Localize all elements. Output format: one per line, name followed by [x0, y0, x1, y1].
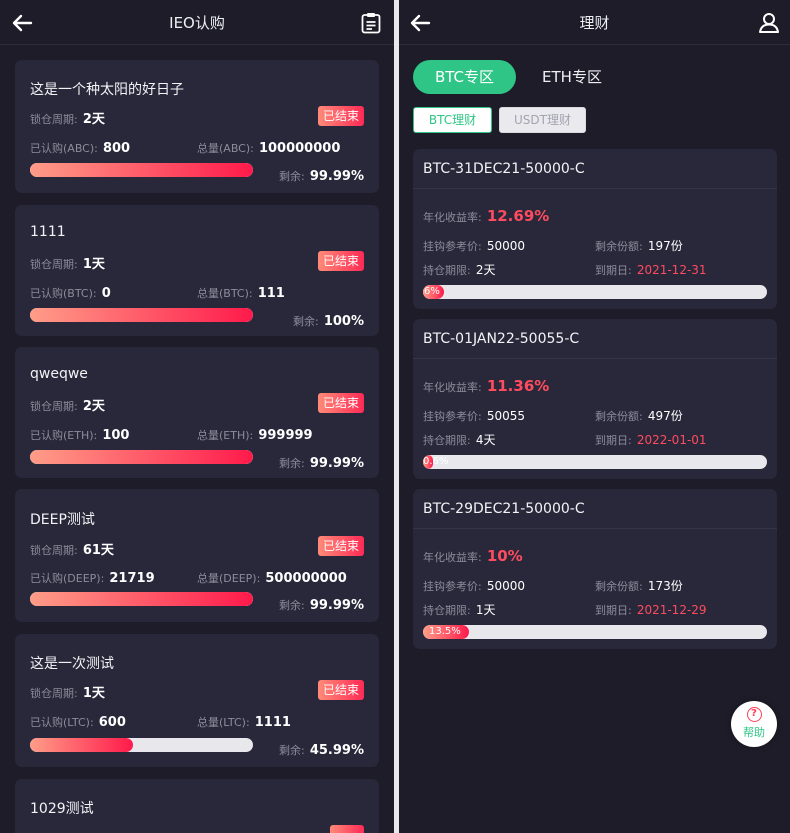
ieo-card[interactable]: 1111 已结束 锁仓周期: 1天 已认购(BTC): 0 总量(BTC): 1… — [15, 205, 379, 336]
ieo-card[interactable]: 这是一个种太阳的好日子 已结束 锁仓周期: 2天 已认购(ABC): 800 总… — [15, 60, 379, 193]
total-amount: 总量(LTC): 1111 — [197, 715, 291, 730]
finance-top-bar: 理财 — [399, 0, 790, 45]
total-amount: 总量(DEEP): 500000000 — [197, 571, 347, 586]
lock-period: 锁仓周期: 61天 — [30, 543, 114, 558]
total-amount: 总量(BTC): 111 — [197, 286, 285, 301]
ieo-panel: IEO认购 这是一个种太阳的好日子 已结束 锁仓周期: 2天 已认购(ABC):… — [0, 0, 394, 833]
progress-text: 13.5% — [429, 626, 461, 637]
status-badge: 已结束 — [317, 393, 364, 413]
expiry-date: 到期日: 2021-12-31 — [595, 263, 707, 277]
holding-period: 持仓期限: 1天 — [423, 603, 496, 617]
remaining: 剩余: 45.99% — [279, 743, 364, 758]
divider — [413, 188, 777, 189]
progress-bar — [30, 163, 253, 177]
page-title: IEO认购 — [169, 14, 225, 32]
status-badge: 已结束 — [317, 680, 364, 700]
remaining-shares: 剩余份额: 173份 — [595, 579, 683, 593]
annual-yield: 年化收益率: 10% — [423, 547, 523, 565]
divider — [413, 358, 777, 359]
help-button[interactable]: ? 帮助 — [731, 701, 777, 747]
product-name: BTC-29DEC21-50000-C — [423, 501, 585, 517]
ieo-name: 1111 — [30, 224, 66, 240]
holding-period: 持仓期限: 4天 — [423, 433, 496, 447]
progress-text: 0.6% — [423, 456, 449, 467]
reference-price: 挂钩参考价: 50000 — [423, 579, 525, 593]
chip-btc-finance[interactable]: BTC理财 — [413, 107, 492, 133]
clipboard-icon[interactable] — [360, 12, 382, 34]
divider — [413, 528, 777, 529]
subscribed-amount: 已认购(ABC): 800 — [30, 141, 131, 156]
status-badge — [330, 825, 364, 833]
lock-period: 锁仓周期: 1天 — [30, 686, 105, 701]
page-title: 理财 — [579, 14, 610, 32]
progress-bar — [30, 308, 253, 322]
remaining: 剩余: 100% — [293, 314, 364, 329]
remaining: 剩余: 99.99% — [279, 169, 364, 184]
ieo-name: 1029测试 — [30, 801, 94, 817]
remaining-shares: 剩余份额: 497份 — [595, 409, 683, 423]
ieo-name: 这是一个种太阳的好日子 — [30, 82, 184, 98]
product-card[interactable]: BTC-01JAN22-50055-C 年化收益率: 11.36% 挂钩参考价:… — [413, 319, 777, 479]
ieo-top-bar: IEO认购 — [0, 0, 394, 45]
total-amount: 总量(ETH): 999999 — [197, 428, 313, 443]
subscribed-amount: 已认购(ETH): 100 — [30, 428, 130, 443]
lock-period: 锁仓周期: 2天 — [30, 112, 105, 127]
product-name: BTC-01JAN22-50055-C — [423, 331, 580, 347]
progress-bar — [30, 592, 253, 606]
progress-bar — [30, 450, 253, 464]
expiry-date: 到期日: 2021-12-29 — [595, 603, 707, 617]
progress-bar: 0.6% — [423, 455, 767, 469]
ieo-name: DEEP测试 — [30, 512, 95, 528]
subscribed-amount: 已认购(BTC): 0 — [30, 286, 111, 301]
tab-btc-zone[interactable]: BTC专区 — [413, 60, 516, 94]
product-name: BTC-31DEC21-50000-C — [423, 161, 585, 177]
ieo-card[interactable]: 1029测试 — [15, 779, 379, 833]
help-label: 帮助 — [743, 726, 765, 739]
ieo-name: 这是一次测试 — [30, 656, 114, 672]
ieo-card[interactable]: qweqwe 已结束 锁仓周期: 2天 已认购(ETH): 100 总量(ETH… — [15, 347, 379, 478]
ieo-card[interactable]: DEEP测试 已结束 锁仓周期: 61天 已认购(DEEP): 21719 总量… — [15, 489, 379, 622]
subscribed-amount: 已认购(LTC): 600 — [30, 715, 126, 730]
progress-text: 6% — [424, 286, 440, 297]
tab-eth-zone[interactable]: ETH专区 — [527, 60, 617, 94]
expiry-date: 到期日: 2022-01-01 — [595, 433, 707, 447]
ieo-card[interactable]: 这是一次测试 已结束 锁仓周期: 1天 已认购(LTC): 600 总量(LTC… — [15, 634, 379, 767]
annual-yield: 年化收益率: 12.69% — [423, 207, 550, 225]
question-circle-icon: ? — [746, 707, 762, 722]
status-badge: 已结束 — [317, 251, 364, 271]
product-card[interactable]: BTC-31DEC21-50000-C 年化收益率: 12.69% 挂钩参考价:… — [413, 149, 777, 309]
status-badge: 已结束 — [317, 106, 364, 126]
lock-period: 锁仓周期: 1天 — [30, 257, 105, 272]
chip-usdt-finance[interactable]: USDT理财 — [499, 107, 586, 133]
reference-price: 挂钩参考价: 50000 — [423, 239, 525, 253]
remaining: 剩余: 99.99% — [279, 598, 364, 613]
user-icon[interactable] — [758, 12, 780, 34]
subscribed-amount: 已认购(DEEP): 21719 — [30, 571, 155, 586]
holding-period: 持仓期限: 2天 — [423, 263, 496, 277]
progress-bar: 13.5% — [423, 625, 767, 639]
reference-price: 挂钩参考价: 50055 — [423, 409, 525, 423]
finance-panel: 理财 BTC专区 ETH专区 BTC理财 USDT理财 BTC-31DEC21-… — [399, 0, 790, 833]
annual-yield: 年化收益率: 11.36% — [423, 377, 550, 395]
remaining-shares: 剩余份额: 197份 — [595, 239, 683, 253]
total-amount: 总量(ABC): 100000000 — [197, 141, 341, 156]
progress-bar — [30, 738, 253, 752]
product-card[interactable]: BTC-29DEC21-50000-C 年化收益率: 10% 挂钩参考价: 50… — [413, 489, 777, 649]
ieo-name: qweqwe — [30, 366, 88, 382]
remaining: 剩余: 99.99% — [279, 456, 364, 471]
lock-period: 锁仓周期: 2天 — [30, 399, 105, 414]
status-badge: 已结束 — [317, 536, 364, 556]
progress-bar: 6% — [423, 285, 767, 299]
